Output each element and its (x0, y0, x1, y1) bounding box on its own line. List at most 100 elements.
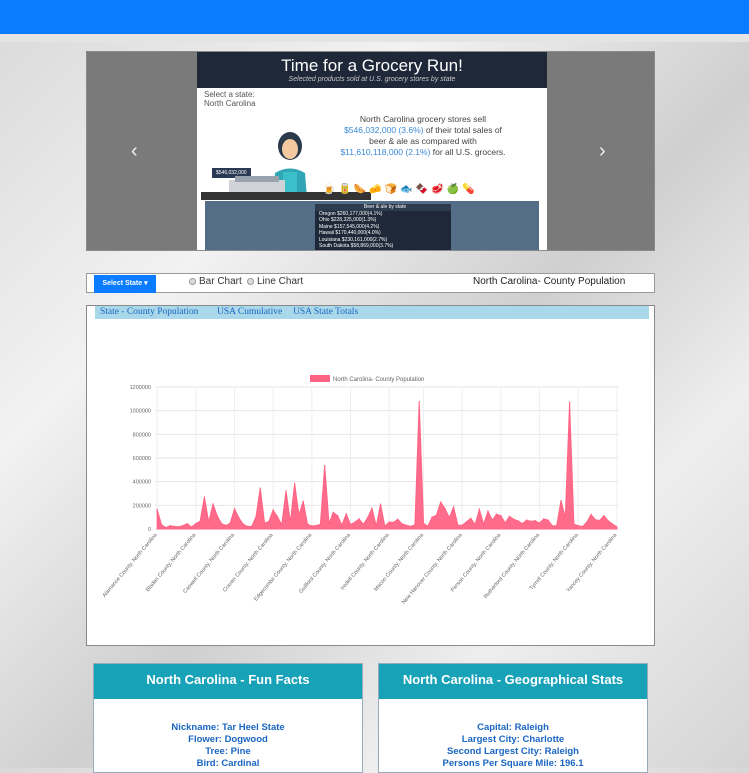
y-tick-label: 0 (148, 527, 151, 533)
data-point (611, 523, 614, 525)
data-point (311, 525, 313, 527)
fun-facts-title: North Carolina - Fun Facts (94, 664, 362, 699)
data-point (478, 508, 481, 511)
data-point (276, 516, 279, 518)
data-point (508, 515, 511, 518)
data-point (495, 513, 498, 515)
geo-stats-body: Capital: Raleigh Largest City: Charlotte… (379, 699, 647, 770)
radio-icon[interactable] (189, 277, 196, 285)
data-point (358, 518, 360, 520)
radio-icon[interactable] (247, 277, 254, 285)
data-point (504, 522, 506, 524)
data-point (250, 525, 253, 528)
data-point (444, 507, 446, 510)
data-point (306, 523, 309, 525)
summary-line: of their total sales of (425, 125, 502, 135)
data-point (173, 525, 176, 528)
chart-panel: State - County Population USA Cumulative… (86, 305, 655, 646)
data-point (547, 519, 549, 521)
state-select-value[interactable]: North Carolina (204, 99, 256, 108)
fact-line: Flower: Dogwood (188, 734, 268, 745)
data-point (371, 507, 373, 510)
state-amount: $546,032,000 (3.6%) (344, 125, 424, 135)
radio-label: Line Chart (257, 276, 304, 287)
data-point (298, 514, 300, 516)
data-point (216, 515, 218, 517)
data-point (465, 521, 468, 523)
data-point (616, 526, 618, 528)
data-point (482, 523, 485, 525)
data-point (427, 525, 429, 528)
summary-line: North Carolina grocery stores sell (359, 114, 487, 124)
data-point (336, 515, 339, 517)
caret-down-icon: ▾ (144, 280, 148, 287)
data-point (255, 516, 257, 518)
data-point (354, 521, 356, 523)
data-point (272, 509, 274, 511)
data-point (229, 522, 231, 525)
data-point (551, 525, 554, 527)
chart-heading: North Carolina- County Population (473, 276, 626, 287)
data-point (581, 525, 584, 528)
bar-chart-radio[interactable]: Bar Chart (189, 276, 242, 287)
product-icons[interactable]: 🍺🥫🌭🧀🍞🐟🍫🥩🍏💊 (323, 184, 478, 195)
state-table-panel: Beer & ale by state Oregon $260,177,000(… (205, 201, 539, 250)
select-state-button[interactable]: Select State ▾ (94, 275, 156, 293)
data-point (598, 519, 601, 522)
geo-stats-card: North Carolina - Geographical Stats Capi… (378, 663, 648, 773)
data-point (233, 508, 236, 510)
data-point (268, 520, 270, 523)
data-point (401, 523, 403, 525)
data-point (534, 520, 536, 522)
data-point (392, 521, 395, 524)
data-point (285, 490, 287, 492)
stat-line: Second Largest City: Raleigh (447, 746, 579, 757)
data-point (324, 464, 326, 467)
data-point (538, 522, 541, 524)
top-navbar (0, 0, 749, 34)
slide-subtitle: Selected products sold at U.S. grocery s… (288, 76, 456, 83)
data-point (530, 520, 532, 523)
data-point (289, 521, 292, 524)
data-point (543, 518, 545, 520)
population-area (156, 401, 618, 530)
data-point (418, 401, 420, 403)
data-point (220, 523, 223, 525)
chevron-left-icon[interactable]: ‹ (131, 140, 138, 163)
stat-line: Largest City: Charlotte (461, 734, 565, 745)
y-tick-label: 800000 (133, 432, 151, 438)
data-point (517, 520, 519, 522)
chevron-right-icon[interactable]: › (599, 140, 606, 163)
data-point (573, 523, 575, 525)
data-point (259, 487, 261, 489)
data-point (474, 523, 476, 526)
select-state-label: Select State (102, 280, 143, 287)
state-table[interactable]: Beer & ale by state Oregon $260,177,000(… (315, 204, 451, 250)
data-point (607, 520, 609, 522)
fact-line: Tree: Pine (205, 746, 251, 757)
slide-title: Time for a Grocery Run! (281, 56, 463, 75)
fun-facts-card: North Carolina - Fun Facts Nickname: Tar… (93, 663, 363, 773)
data-point (560, 499, 562, 502)
legend-swatch (310, 375, 330, 382)
population-chart: 020000040000060000080000010000001200000A… (102, 375, 619, 606)
data-point (242, 523, 244, 525)
data-point (513, 518, 515, 520)
line-chart-radio[interactable]: Line Chart (247, 276, 303, 287)
data-point (405, 524, 408, 527)
data-point (319, 523, 322, 525)
data-point (384, 525, 386, 528)
radio-label: Bar Chart (199, 276, 242, 287)
data-point (491, 519, 493, 521)
data-point (328, 522, 330, 525)
slide-header: Time for a Grocery Run! Selected product… (197, 52, 547, 88)
y-tick-label: 1000000 (130, 409, 151, 415)
geo-stats-title: North Carolina - Geographical Stats (379, 664, 647, 699)
data-point (564, 517, 566, 519)
data-point (440, 501, 442, 503)
data-point (238, 517, 240, 519)
data-point (470, 517, 472, 520)
data-point (521, 522, 524, 525)
chart-controls: Select State ▾ Bar Chart Line Chart Nort… (86, 273, 655, 293)
data-point (487, 510, 489, 512)
